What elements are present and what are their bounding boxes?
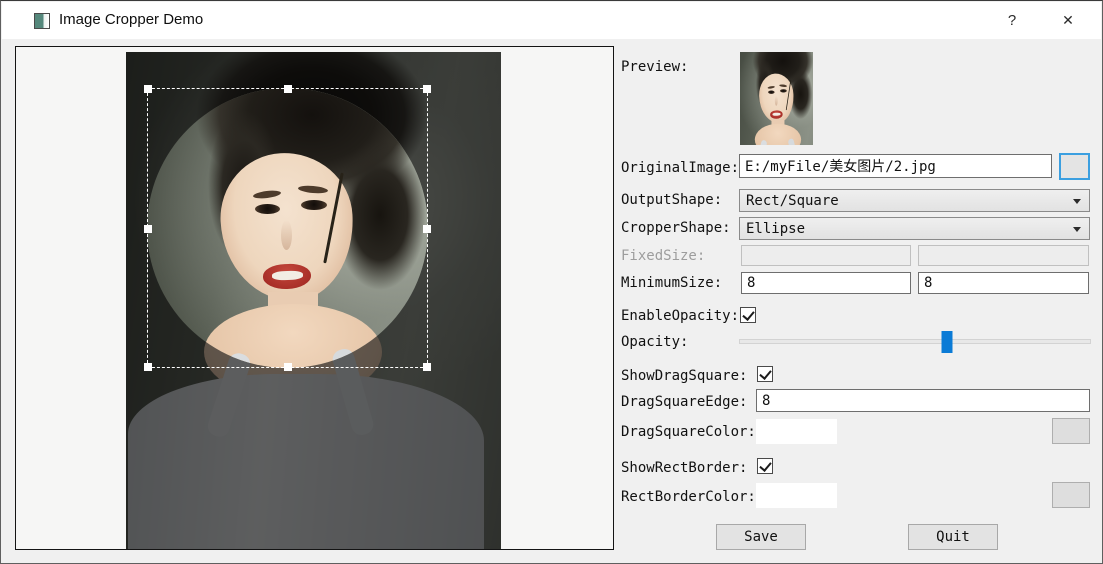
drag-square-edge-input[interactable] (756, 389, 1090, 412)
cropper-shape-label: CropperShape: (621, 220, 731, 236)
original-image-label: OriginalImage: (621, 160, 739, 176)
rect-border-color-button[interactable] (1052, 482, 1090, 508)
drag-square-edge-label: DragSquareEdge: (621, 394, 747, 410)
browse-button[interactable] (1059, 153, 1090, 180)
chevron-down-icon (1073, 199, 1081, 204)
close-icon: ✕ (1062, 12, 1074, 29)
fixed-size-width-input (741, 245, 911, 266)
show-drag-square-label: ShowDragSquare: (621, 368, 747, 384)
drag-square-color-label: DragSquareColor: (621, 424, 756, 440)
drag-handle-nw[interactable] (144, 85, 152, 93)
window-title: Image Cropper Demo (59, 11, 203, 28)
opacity-slider[interactable] (739, 339, 1091, 344)
rect-border-color-label: RectBorderColor: (621, 489, 756, 505)
drag-handle-s[interactable] (284, 363, 292, 371)
drag-handle-e[interactable] (423, 225, 431, 233)
drag-handle-sw[interactable] (144, 363, 152, 371)
drag-handle-ne[interactable] (423, 85, 431, 93)
opacity-slider-handle[interactable] (941, 331, 952, 353)
cropper-shape-value: Ellipse (746, 221, 805, 237)
cropper-canvas (15, 46, 614, 550)
cropper-shape-select[interactable]: Ellipse (739, 217, 1090, 240)
output-shape-select[interactable]: Rect/Square (739, 189, 1090, 212)
close-button[interactable]: ✕ (1045, 2, 1091, 39)
preview-label: Preview: (621, 59, 688, 75)
opacity-label: Opacity: (621, 334, 688, 350)
rect-border-color-swatch (756, 483, 837, 508)
drag-handle-se[interactable] (423, 363, 431, 371)
chevron-down-icon (1073, 227, 1081, 232)
enable-opacity-label: EnableOpacity: (621, 308, 739, 324)
fixed-size-label: FixedSize: (621, 248, 705, 264)
minimum-size-width-input[interactable] (741, 272, 911, 294)
help-icon: ? (1008, 12, 1016, 29)
original-image-input[interactable] (739, 154, 1052, 178)
save-button[interactable]: Save (716, 524, 806, 550)
drag-square-color-button[interactable] (1052, 418, 1090, 444)
show-rect-border-label: ShowRectBorder: (621, 460, 747, 476)
preview-thumbnail (740, 52, 813, 145)
drag-square-color-swatch (756, 419, 837, 444)
crop-rect-border[interactable] (147, 88, 428, 368)
show-rect-border-checkbox[interactable] (757, 458, 773, 474)
quit-button[interactable]: Quit (908, 524, 998, 550)
app-icon (34, 13, 50, 29)
output-shape-value: Rect/Square (746, 193, 839, 209)
preview-image (740, 52, 813, 145)
help-button[interactable]: ? (989, 2, 1035, 39)
minimum-size-label: MinimumSize: (621, 275, 722, 291)
app-window: Image Cropper Demo ? ✕ (0, 0, 1103, 564)
fixed-size-height-input (918, 245, 1089, 266)
output-shape-label: OutputShape: (621, 192, 722, 208)
drag-handle-w[interactable] (144, 225, 152, 233)
titlebar: Image Cropper Demo ? ✕ (2, 2, 1101, 39)
enable-opacity-checkbox[interactable] (740, 307, 756, 323)
show-drag-square-checkbox[interactable] (757, 366, 773, 382)
drag-handle-n[interactable] (284, 85, 292, 93)
minimum-size-height-input[interactable] (918, 272, 1089, 294)
